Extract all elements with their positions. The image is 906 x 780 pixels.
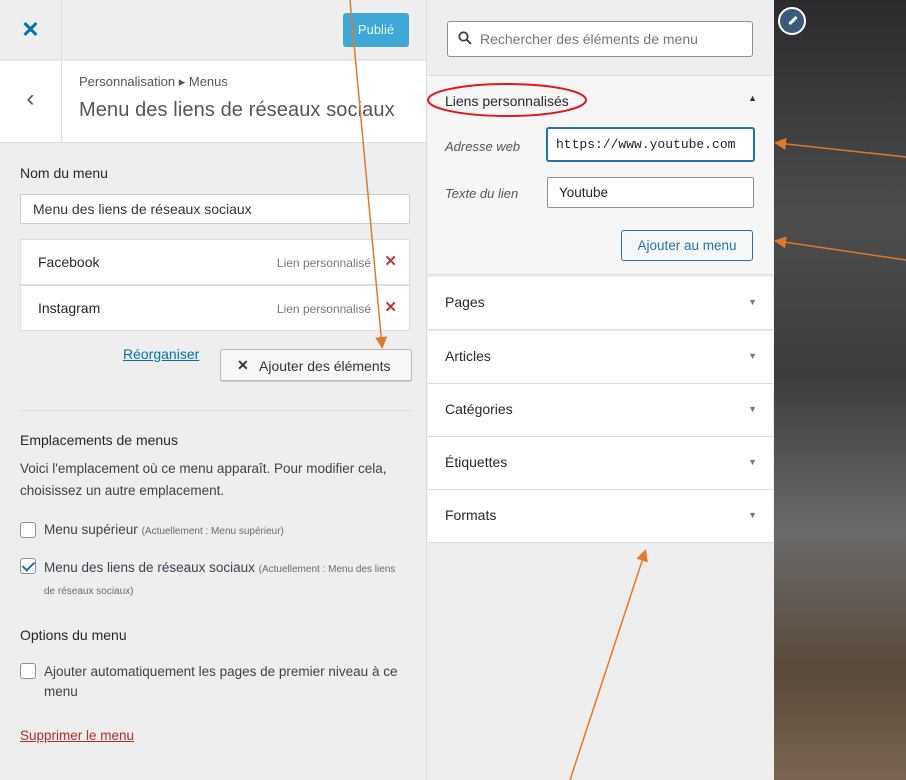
- location-checkbox-top-menu[interactable]: [20, 522, 36, 538]
- auto-add-checkbox[interactable]: [20, 663, 36, 679]
- customizer-header: ✕ Publié: [0, 0, 426, 60]
- chevron-down-icon: ▼: [748, 510, 757, 520]
- add-to-menu-button[interactable]: Ajouter au menu: [621, 230, 753, 261]
- menu-item-title: Instagram: [38, 300, 101, 316]
- location-label-social-menu: Menu des liens de réseaux sociaux (Actue…: [44, 558, 404, 602]
- customizer-panel: ✕ Publié ‹ Personnalisation ▸ Menus Menu…: [0, 0, 427, 780]
- search-box[interactable]: [447, 21, 753, 57]
- add-items-button[interactable]: ✕ Ajouter des éléments: [220, 349, 412, 381]
- search-input[interactable]: [480, 22, 748, 56]
- menu-item-type: Lien personnalisé: [276, 302, 371, 316]
- url-input[interactable]: [547, 128, 754, 161]
- menu-item-facebook[interactable]: Facebook Lien personnalisé ✕: [20, 239, 410, 285]
- breadcrumb: Personnalisation ▸ Menus: [79, 74, 228, 89]
- menu-name-input[interactable]: [20, 194, 410, 224]
- menu-item-instagram[interactable]: Instagram Lien personnalisé ✕: [20, 285, 410, 331]
- publish-button[interactable]: Publié: [343, 13, 409, 47]
- close-icon: ✕: [237, 357, 249, 373]
- location-name: Menu des liens de réseaux sociaux: [44, 560, 255, 575]
- accordion-title: Étiquettes: [445, 454, 508, 470]
- available-items-panel: Liens personnalisés ▲ Adresse web Texte …: [428, 0, 773, 780]
- section-header: ‹ Personnalisation ▸ Menus Menu des lien…: [0, 61, 426, 143]
- site-preview: [774, 0, 906, 780]
- reorder-link[interactable]: Réorganiser: [123, 346, 199, 362]
- accordion-title: Articles: [445, 348, 491, 364]
- divider: [20, 410, 412, 411]
- location-label-top-menu: Menu supérieur (Actuellement : Menu supé…: [44, 522, 284, 537]
- add-items-label: Ajouter des éléments: [259, 358, 391, 374]
- link-text-input[interactable]: [547, 177, 754, 208]
- menu-options-title: Options du menu: [20, 627, 127, 643]
- chevron-left-icon[interactable]: ‹: [0, 61, 62, 143]
- accordion-tags[interactable]: Étiquettes ▼: [428, 437, 773, 490]
- location-note: (Actuellement : Menu supérieur): [141, 526, 284, 537]
- chevron-down-icon: ▼: [748, 457, 757, 467]
- chevron-down-icon: ▼: [748, 404, 757, 414]
- menu-locations-title: Emplacements de menus: [20, 432, 178, 448]
- custom-links-section: Liens personnalisés ▲ Adresse web Texte …: [428, 75, 773, 275]
- menu-locations-description: Voici l'emplacement où ce menu apparaît.…: [20, 461, 387, 498]
- accordion-title: Catégories: [445, 401, 513, 417]
- location-name: Menu supérieur: [44, 522, 138, 537]
- menu-name-label: Nom du menu: [20, 165, 108, 181]
- location-checkbox-social-menu[interactable]: [20, 558, 36, 574]
- link-text-label: Texte du lien: [445, 186, 519, 201]
- search-icon: [458, 31, 472, 45]
- auto-add-label: Ajouter automatiquement les pages de pre…: [44, 664, 398, 699]
- chevron-down-icon: ▼: [748, 351, 757, 361]
- close-icon[interactable]: ✕: [0, 0, 62, 60]
- menu-item-type: Lien personnalisé: [276, 256, 371, 270]
- accordion-title: Formats: [445, 507, 497, 523]
- delete-icon[interactable]: ✕: [384, 252, 397, 270]
- delete-icon[interactable]: ✕: [384, 298, 397, 316]
- page-title: Menu des liens de réseaux sociaux: [79, 99, 395, 121]
- url-label: Adresse web: [445, 139, 521, 154]
- accordion-formats[interactable]: Formats ▼: [428, 490, 773, 543]
- delete-menu-link[interactable]: Supprimer le menu: [20, 728, 134, 743]
- accordion-pages[interactable]: Pages ▼: [428, 277, 773, 330]
- accordion-title: Pages: [445, 294, 485, 310]
- accordion-articles[interactable]: Articles ▼: [428, 331, 773, 384]
- menu-item-title: Facebook: [38, 254, 100, 270]
- accordion-categories[interactable]: Catégories ▼: [428, 384, 773, 437]
- pencil-icon[interactable]: [778, 7, 806, 35]
- custom-links-title[interactable]: Liens personnalisés: [445, 93, 569, 109]
- chevron-up-icon[interactable]: ▲: [748, 93, 757, 103]
- chevron-down-icon: ▼: [748, 297, 757, 307]
